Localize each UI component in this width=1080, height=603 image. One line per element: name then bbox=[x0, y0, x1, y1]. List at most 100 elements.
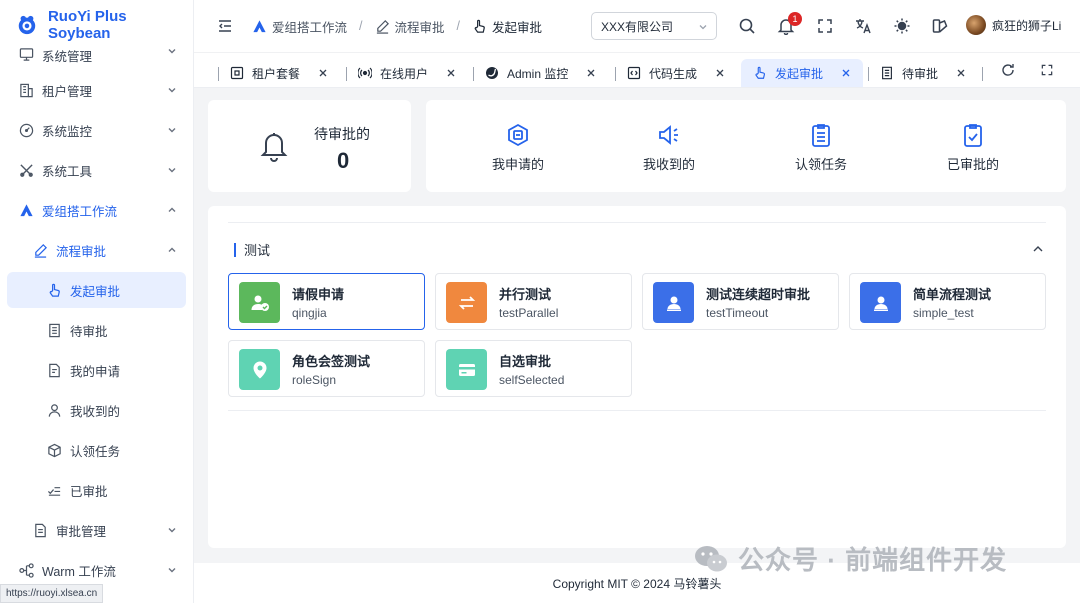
fullscreen-icon[interactable] bbox=[1040, 63, 1054, 77]
tab-admin-monitor[interactable]: Admin 监控 bbox=[473, 59, 596, 87]
flow-name: 请假申请 bbox=[292, 287, 345, 302]
sidebar-item-system-management[interactable]: 系统管理 bbox=[0, 36, 193, 70]
company-select[interactable]: XXX有限公司 bbox=[591, 12, 717, 40]
tab-pending[interactable]: 待审批 bbox=[868, 59, 966, 87]
quick-claim-tasks[interactable]: 认领任务 bbox=[795, 122, 847, 173]
flow-item-simple_test[interactable]: 简单流程测试 simple_test bbox=[849, 273, 1046, 330]
flow-name: 测试连续超时审批 bbox=[706, 287, 811, 302]
breadcrumb-item[interactable]: 流程审批 bbox=[375, 17, 445, 36]
flow-key: testTimeout bbox=[706, 306, 769, 320]
sidebar-item-label: 系统管理 bbox=[42, 50, 93, 64]
user-name: 疯狂的狮子Li bbox=[992, 18, 1062, 33]
close-icon[interactable] bbox=[446, 68, 456, 78]
sidebar-item-label: 租户管理 bbox=[42, 84, 93, 99]
sidebar-item-system-monitor[interactable]: 系统监控 bbox=[0, 110, 193, 150]
refresh-icon[interactable] bbox=[1000, 62, 1016, 78]
flow-key: simple_test bbox=[913, 306, 974, 320]
flow-item-qingjia[interactable]: 请假申请 qingjia bbox=[228, 273, 425, 330]
sidebar-item-my-applications[interactable]: 我的申请 bbox=[0, 350, 193, 390]
sidebar-item-tenant-management[interactable]: 租户管理 bbox=[0, 70, 193, 110]
sidebar-item-approval-management[interactable]: 审批管理 bbox=[0, 510, 193, 550]
workflow-logo-icon bbox=[253, 19, 266, 32]
sidebar-item-claim-tasks[interactable]: 认领任务 bbox=[0, 430, 193, 470]
quick-received[interactable]: 我收到的 bbox=[643, 122, 695, 173]
quick-label: 我申请的 bbox=[492, 157, 545, 172]
user-menu[interactable]: 疯狂的狮子Li bbox=[966, 15, 1061, 35]
section-accent-bar bbox=[234, 242, 236, 257]
flow-icon-bg bbox=[446, 349, 487, 390]
sidebar-item-system-tools[interactable]: 系统工具 bbox=[0, 150, 193, 190]
section-header[interactable]: 测试 bbox=[234, 240, 270, 259]
flow-icon-bg bbox=[860, 282, 901, 323]
quick-my-applications[interactable]: 我申请的 bbox=[492, 122, 544, 173]
breadcrumb-item[interactable]: 发起审批 bbox=[472, 17, 542, 36]
divider bbox=[228, 222, 1046, 223]
location-icon bbox=[253, 361, 266, 378]
sidebar-item-label: 待审批 bbox=[70, 324, 108, 339]
quick-approved[interactable]: 已审批的 bbox=[947, 122, 999, 173]
tab-start-approval[interactable]: 发起审批 bbox=[741, 59, 864, 87]
sidebar-item-start-approval[interactable]: 发起审批 bbox=[7, 272, 186, 308]
sun-icon[interactable] bbox=[893, 17, 911, 35]
close-icon[interactable] bbox=[318, 68, 328, 78]
clipboard-check-icon bbox=[964, 124, 982, 147]
breadcrumb-item[interactable]: 爱组搭工作流 bbox=[252, 17, 347, 36]
flow-key: selfSelected bbox=[499, 373, 565, 387]
tools-icon bbox=[18, 162, 34, 178]
tab-code-gen[interactable]: 代码生成 bbox=[615, 59, 725, 87]
sidebar-item-workflow[interactable]: 爱组搭工作流 bbox=[0, 190, 193, 230]
pen-icon bbox=[376, 19, 389, 34]
sidebar-item-label: 爱组搭工作流 bbox=[42, 204, 118, 219]
broadcast-icon bbox=[358, 67, 372, 79]
close-icon[interactable] bbox=[715, 68, 725, 78]
portrait-icon bbox=[666, 296, 681, 311]
breadcrumb-label: 爱组搭工作流 bbox=[272, 20, 348, 35]
list-doc-icon bbox=[46, 322, 62, 338]
copyright-text: Copyright MIT © 2024 马铃薯头 bbox=[552, 576, 722, 591]
translate-icon[interactable] bbox=[854, 17, 872, 35]
breadcrumb-separator: / bbox=[359, 19, 363, 33]
hand-pointer-icon bbox=[46, 282, 62, 298]
swap-icon bbox=[458, 295, 475, 310]
close-icon[interactable] bbox=[956, 68, 966, 78]
flow-icon-bg bbox=[239, 282, 280, 323]
menu-collapse-icon[interactable] bbox=[216, 17, 234, 35]
sidebar-item-process-approval[interactable]: 流程审批 bbox=[0, 230, 193, 270]
flow-icon-bg bbox=[653, 282, 694, 323]
building-icon bbox=[18, 82, 34, 98]
cube-icon bbox=[46, 442, 62, 458]
quick-label: 认领任务 bbox=[795, 157, 848, 172]
flow-item-roleSign[interactable]: 角色会签测试 roleSign bbox=[228, 340, 425, 397]
pending-label: 待审批的 bbox=[314, 126, 370, 142]
tab-online-users[interactable]: 在线用户 bbox=[346, 59, 456, 87]
sidebar-item-pending[interactable]: 待审批 bbox=[0, 310, 193, 350]
tab-tenant-package[interactable]: 租户套餐 bbox=[218, 59, 328, 87]
sidebar-item-approved[interactable]: 已审批 bbox=[0, 470, 193, 510]
flow-key: qingjia bbox=[292, 306, 327, 320]
flow-item-testTimeout[interactable]: 测试连续超时审批 testTimeout bbox=[642, 273, 839, 330]
pending-summary-card[interactable]: 待审批的 0 bbox=[208, 100, 411, 192]
flow-key: roleSign bbox=[292, 373, 337, 387]
fullscreen-icon[interactable] bbox=[816, 17, 834, 35]
chevron-up-icon bbox=[168, 247, 176, 252]
sidebar-item-label: 系统工具 bbox=[42, 164, 93, 179]
close-icon[interactable] bbox=[586, 68, 596, 78]
spring-icon bbox=[486, 67, 498, 79]
code-icon bbox=[627, 66, 641, 80]
search-icon[interactable] bbox=[738, 17, 756, 35]
flow-item-testParallel[interactable]: 并行测试 testParallel bbox=[435, 273, 632, 330]
theme-config-icon[interactable] bbox=[931, 17, 949, 35]
sidebar-menu: 系统管理 租户管理 系统监控 系统工具 爱组搭工作流 流程审批 发起审批 待审批… bbox=[0, 36, 193, 590]
status-url: https://ruoyi.xlsea.cn bbox=[0, 584, 104, 603]
flow-item-selfSelected[interactable]: 自选审批 selfSelected bbox=[435, 340, 632, 397]
portrait-icon bbox=[873, 296, 888, 311]
breadcrumb-separator: / bbox=[456, 19, 460, 33]
sidebar-item-received[interactable]: 我收到的 bbox=[0, 390, 193, 430]
clipboard-list-icon bbox=[812, 124, 830, 147]
tab-label: Admin 监控 bbox=[507, 66, 569, 81]
flow-key: testParallel bbox=[499, 306, 559, 320]
close-icon[interactable] bbox=[841, 68, 851, 78]
chevron-up-icon[interactable] bbox=[1032, 243, 1044, 255]
user-icon bbox=[46, 402, 62, 418]
sidebar: RuoYi Plus Soybean 系统管理 租户管理 系统监控 系统工具 爱… bbox=[0, 0, 194, 603]
